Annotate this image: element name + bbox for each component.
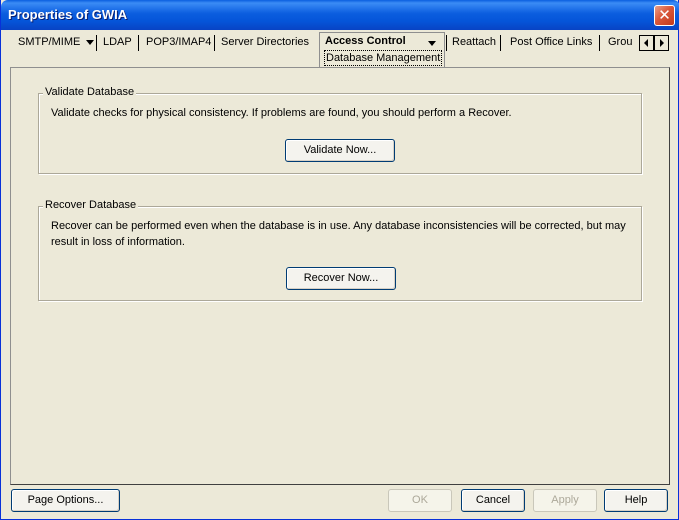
- tab-scroll-buttons: [639, 35, 669, 51]
- tab-access-control[interactable]: Access Control Database Management: [319, 32, 445, 68]
- tab-ldap[interactable]: LDAP: [98, 34, 137, 52]
- recover-description-line-2: result in loss of information.: [51, 236, 185, 248]
- validate-database-group: Validate Database Validate checks for ph…: [38, 86, 642, 174]
- tab-active-label: Access Control: [325, 35, 406, 47]
- recover-database-group: Recover Database Recover can be performe…: [38, 199, 642, 301]
- cancel-button[interactable]: Cancel: [461, 489, 525, 512]
- tab-label: Reattach: [452, 36, 497, 48]
- group-title: Recover Database: [43, 199, 139, 211]
- close-icon: ✕: [658, 6, 671, 24]
- apply-button[interactable]: Apply: [533, 489, 597, 512]
- tab-label: Server Directories: [221, 36, 310, 48]
- recover-now-button[interactable]: Recover Now...: [286, 267, 396, 290]
- arrow-right-icon: [660, 39, 664, 47]
- help-button[interactable]: Help: [604, 489, 668, 512]
- chevron-down-icon: [86, 39, 95, 45]
- tab-smtp-mime[interactable]: SMTP/MIME: [13, 34, 99, 52]
- properties-dialog: Properties of GWIA ✕ SMTP/MIME LDAP POP3…: [0, 0, 679, 520]
- tab-label: Grou: [608, 36, 633, 48]
- tab-divider: [500, 35, 501, 51]
- tab-subpage-database-management[interactable]: Database Management: [324, 50, 443, 66]
- title-bar[interactable]: Properties of GWIA ✕: [1, 0, 679, 30]
- window-title: Properties of GWIA: [8, 7, 128, 22]
- tab-post-office-links[interactable]: Post Office Links: [505, 34, 597, 52]
- tab-label: LDAP: [103, 36, 132, 48]
- tab-divider: [138, 35, 139, 51]
- arrow-left-icon: [644, 39, 648, 47]
- tab-label: POP3/IMAP4: [146, 36, 212, 48]
- ok-button[interactable]: OK: [388, 489, 452, 512]
- tab-scroll-right-button[interactable]: [654, 35, 669, 51]
- tab-divider: [214, 35, 215, 51]
- tab-pop3-imap4[interactable]: POP3/IMAP4: [141, 34, 216, 52]
- chevron-down-icon[interactable]: [428, 41, 436, 46]
- tab-server-directories[interactable]: Server Directories: [216, 34, 314, 52]
- tab-scroll-left-button[interactable]: [639, 35, 654, 51]
- tab-reattach[interactable]: Reattach: [447, 34, 501, 52]
- tab-divider: [96, 35, 97, 51]
- validate-now-button[interactable]: Validate Now...: [285, 139, 395, 162]
- tab-divider: [599, 35, 600, 51]
- tab-groups[interactable]: Grou: [603, 34, 637, 52]
- tab-label: Post Office Links: [510, 36, 593, 48]
- recover-description-line-1: Recover can be performed even when the d…: [51, 220, 626, 232]
- close-button[interactable]: ✕: [654, 5, 675, 26]
- group-title: Validate Database: [43, 86, 137, 98]
- tab-label: SMTP/MIME: [18, 36, 81, 48]
- validate-description: Validate checks for physical consistency…: [51, 107, 512, 119]
- page-options-button[interactable]: Page Options...: [11, 489, 120, 512]
